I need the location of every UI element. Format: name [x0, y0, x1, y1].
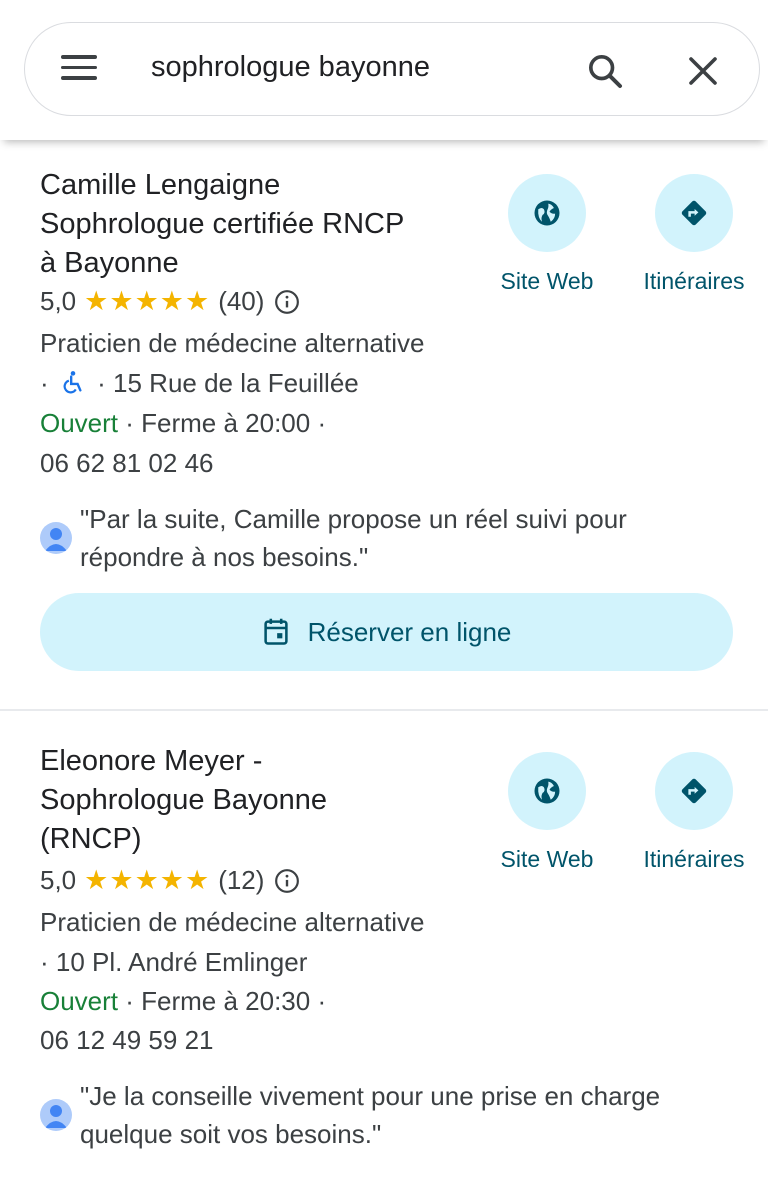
open-status: Ouvert: [40, 986, 119, 1016]
closing-time: · Ferme à 20:00 ·: [118, 408, 327, 438]
result-title-line: Camille Lengaigne: [40, 169, 281, 201]
phone-number[interactable]: 06 12 49 59 21: [40, 1025, 214, 1056]
hours-row: Ouvert · Ferme à 20:30 ·: [40, 986, 326, 1017]
book-online-label: Réserver en ligne: [307, 616, 512, 647]
directions-label: Itinéraires: [643, 846, 745, 872]
review-text: "Je la conseille vivement pour une prise…: [80, 1081, 661, 1149]
website-label: Site Web: [500, 846, 594, 872]
result-title[interactable]: Camille Lengaigne Sophrologue certifiée …: [40, 166, 480, 283]
search-icon[interactable]: [585, 51, 625, 91]
address: · 15 Rue de la Feuillée: [97, 368, 359, 398]
wheelchair-icon: [63, 371, 82, 394]
result-card[interactable]: Eleonore Meyer - Sophrologue Bayonne (RN…: [0, 712, 768, 1179]
result-title-line: (RNCP): [40, 823, 142, 855]
book-online-button[interactable]: Réserver en ligne: [40, 593, 733, 671]
directions-button[interactable]: Itinéraires: [629, 174, 759, 295]
star-rating: ★★★★★: [84, 865, 211, 895]
rating-value: 5,0: [40, 865, 77, 895]
info-icon[interactable]: [274, 289, 300, 315]
result-title-line: Eleonore Meyer -: [40, 745, 263, 777]
search-input[interactable]: sophrologue bayonne: [151, 51, 430, 84]
close-icon[interactable]: [685, 53, 721, 89]
category: Praticien de médecine alternative: [40, 907, 425, 937]
closing-time: · Ferme à 20:30 ·: [118, 986, 327, 1016]
result-title-line: Sophrologue certifiée RNCP: [40, 208, 405, 240]
info-icon[interactable]: [274, 868, 300, 894]
review-count: (40): [218, 286, 265, 316]
result-divider: [0, 709, 768, 711]
phone-number[interactable]: 06 62 81 02 46: [40, 448, 214, 479]
menu-icon[interactable]: [61, 55, 97, 83]
directions-circle[interactable]: [655, 752, 733, 830]
calendar-icon: [263, 618, 288, 645]
directions-circle[interactable]: [655, 174, 733, 252]
website-circle[interactable]: [508, 174, 586, 252]
result-card[interactable]: Camille Lengaigne Sophrologue certifiée …: [0, 140, 768, 710]
category: Praticien de médecine alternative: [40, 328, 425, 358]
directions-icon: [681, 200, 707, 226]
address-separator: ·: [40, 368, 49, 398]
website-button[interactable]: Site Web: [482, 174, 612, 295]
person-icon: [40, 1099, 72, 1131]
rating-row: 5,0 ★★★★★ (12): [40, 865, 300, 896]
directions-label: Itinéraires: [643, 268, 745, 294]
website-circle[interactable]: [508, 752, 586, 830]
directions-icon: [681, 778, 707, 804]
star-rating: ★★★★★: [84, 286, 211, 316]
address: · 10 Pl. André Emlinger: [40, 947, 308, 977]
result-title[interactable]: Eleonore Meyer - Sophrologue Bayonne (RN…: [40, 742, 480, 859]
open-status: Ouvert: [40, 408, 119, 438]
globe-icon: [534, 200, 560, 226]
search-box[interactable]: sophrologue bayonne: [24, 22, 760, 116]
person-icon: [40, 522, 72, 554]
globe-icon: [534, 778, 560, 804]
directions-button[interactable]: Itinéraires: [629, 752, 759, 873]
result-title-line: à Bayonne: [40, 247, 179, 279]
hours-row: Ouvert · Ferme à 20:00 ·: [40, 408, 326, 439]
website-button[interactable]: Site Web: [482, 752, 612, 873]
address-row: · · 15 Rue de la Feuillée: [40, 368, 359, 399]
rating-row: 5,0 ★★★★★ (40): [40, 286, 300, 317]
review-text: "Par la suite, Camille propose un réel s…: [80, 504, 627, 572]
result-title-line: Sophrologue Bayonne: [40, 784, 328, 816]
rating-value: 5,0: [40, 286, 77, 316]
top-bar: sophrologue bayonne: [0, 0, 768, 140]
website-label: Site Web: [500, 268, 594, 294]
review-count: (12): [218, 865, 265, 895]
